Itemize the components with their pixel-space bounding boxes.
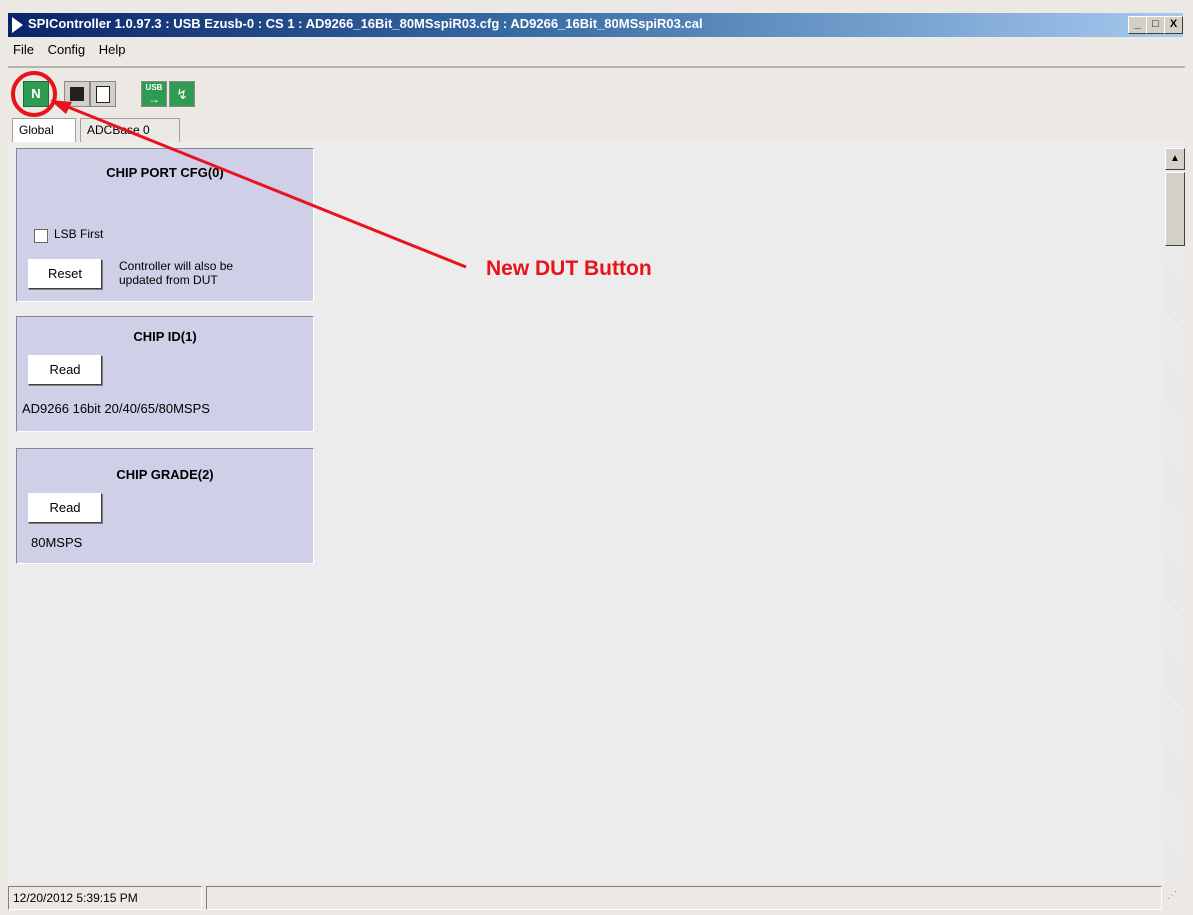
app-window: SPIController 1.0.97.3 : USB Ezusb-0 : C… xyxy=(0,0,1193,915)
annotation-arrow-line xyxy=(57,101,467,269)
annotation-arrow-head-icon xyxy=(50,100,72,114)
highlight-circle xyxy=(11,71,57,117)
annotation-label: New DUT Button xyxy=(486,257,652,280)
annotation-overlay xyxy=(11,71,467,269)
